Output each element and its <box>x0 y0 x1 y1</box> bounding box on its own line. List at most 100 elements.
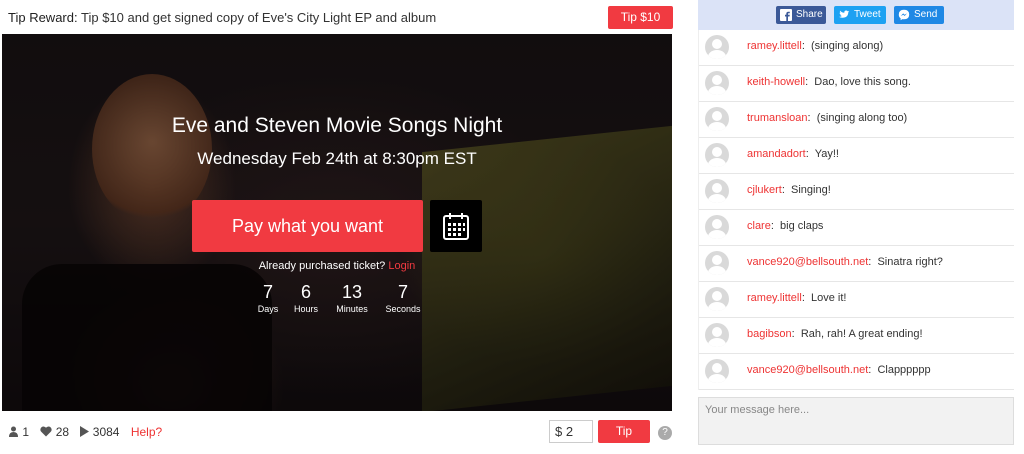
chat-messages[interactable]: ramey.littell: (singing along) keith-how… <box>698 30 1014 390</box>
chat-message-text: trumansloan: (singing along too) <box>747 112 908 124</box>
chat-username[interactable]: bagibson <box>747 328 792 340</box>
user-avatar-icon <box>705 287 729 311</box>
viewers-stat: 1 <box>8 425 36 439</box>
chat-message-text: amandadort: Yay!! <box>747 148 839 160</box>
chat-body: big claps <box>780 220 824 232</box>
add-to-calendar-button[interactable] <box>430 200 482 252</box>
login-link[interactable]: Login <box>388 260 415 272</box>
likes-stat: 28 <box>40 425 76 439</box>
countdown-minutes: 13 Minutes <box>329 281 375 315</box>
chat-message-text: clare: big claps <box>747 220 824 232</box>
heart-icon <box>40 426 52 437</box>
user-avatar-icon <box>705 215 729 239</box>
chat-message: bagibson: Rah, rah! A great ending! <box>699 318 1014 354</box>
chat-message: ramey.littell: (singing along) <box>699 30 1014 66</box>
chat-message: ramey.littell: Love it! <box>699 282 1014 318</box>
countdown-label: Hours <box>293 304 318 314</box>
user-avatar-icon <box>705 179 729 203</box>
calendar-icon <box>443 213 469 240</box>
chat-body: (singing along) <box>810 40 884 52</box>
user-avatar-icon <box>705 359 729 383</box>
tip-reward-description: Tip $10 and get signed copy of Eve's Cit… <box>81 10 437 25</box>
countdown-hours: 6 Hours <box>283 281 329 315</box>
user-avatar-icon <box>705 323 729 347</box>
chat-message: keith-howell: Dao, love this song. <box>699 66 1014 102</box>
tip-reward-text: Tip Reward: Tip $10 and get signed copy … <box>8 10 436 25</box>
chat-panel: Share Tweet Send ramey.littell: (singing… <box>698 0 1014 454</box>
plays-count: 3084 <box>92 425 120 439</box>
countdown-value: 13 <box>341 282 363 302</box>
user-avatar-icon <box>705 107 729 131</box>
chat-username[interactable]: cjlukert <box>747 184 782 196</box>
plays-stat: 3084 <box>80 425 126 439</box>
chat-message-text: vance920@bellsouth.net: Clapppppp <box>747 364 931 376</box>
user-avatar-icon <box>705 35 729 59</box>
messenger-send-label: Send <box>914 9 938 20</box>
chat-message: cjlukert: Singing! <box>699 174 1014 210</box>
help-link[interactable]: Help? <box>131 425 162 439</box>
likes-count: 28 <box>55 425 70 439</box>
messenger-icon <box>898 9 910 21</box>
chat-body: Sinatra right? <box>877 256 943 268</box>
chat-username[interactable]: trumansloan <box>747 112 808 124</box>
twitter-tweet-label: Tweet <box>854 9 881 20</box>
messenger-send-button[interactable]: Send <box>894 6 944 24</box>
chat-body: Yay!! <box>814 148 839 160</box>
event-title: Eve and Steven Movie Songs Night <box>171 114 503 137</box>
user-avatar-icon <box>705 71 729 95</box>
chat-username[interactable]: vance920@bellsouth.net <box>747 256 868 268</box>
tip-help-icon[interactable]: ? <box>658 426 672 440</box>
event-date: Wednesday Feb 24th at 8:30pm EST <box>197 149 477 168</box>
person-icon <box>9 426 18 437</box>
chat-message: amandadort: Yay!! <box>699 138 1014 174</box>
chat-message: vance920@bellsouth.net: Sinatra right? <box>699 246 1014 282</box>
chat-body: Love it! <box>810 292 847 304</box>
countdown-value: 6 <box>300 282 311 302</box>
chat-username[interactable]: ramey.littell <box>747 292 802 304</box>
tip-10-button[interactable]: Tip $10 <box>608 6 673 29</box>
pay-what-you-want-button[interactable]: Pay what you want <box>192 200 423 252</box>
play-icon <box>80 426 90 437</box>
countdown-timer: 7 Days 6 Hours 13 Minutes 7 Seconds <box>245 281 445 317</box>
chat-body: Dao, love this song. <box>814 76 911 88</box>
chat-body: Rah, rah! A great ending! <box>800 328 923 340</box>
chat-message-text: bagibson: Rah, rah! A great ending! <box>747 328 923 340</box>
tip-reward-label: Tip Reward: <box>8 10 78 25</box>
chat-message-text: ramey.littell: (singing along) <box>747 40 884 52</box>
chat-message-text: ramey.littell: Love it! <box>747 292 847 304</box>
tip-amount-input[interactable]: $ 2 <box>549 420 593 443</box>
facebook-share-button[interactable]: Share <box>776 6 826 24</box>
chat-body: Singing! <box>791 184 831 196</box>
chat-message: clare: big claps <box>699 210 1014 246</box>
facebook-icon <box>780 9 792 21</box>
event-stats: 1 28 3084 Help? <box>8 425 166 439</box>
countdown-label: Seconds <box>385 304 421 314</box>
twitter-icon <box>838 10 850 18</box>
tip-reward-bar: Tip Reward: Tip $10 and get signed copy … <box>0 0 688 34</box>
chat-username[interactable]: amandadort <box>747 148 806 160</box>
chat-message-input[interactable]: Your message here... <box>698 397 1014 445</box>
event-panel: Tip Reward: Tip $10 and get signed copy … <box>0 0 688 454</box>
twitter-tweet-button[interactable]: Tweet <box>834 6 886 24</box>
countdown-value: 7 <box>397 282 408 302</box>
tip-button[interactable]: Tip <box>598 420 650 443</box>
purchased-text: Already purchased ticket? <box>258 260 386 272</box>
chat-username[interactable]: clare <box>747 220 771 232</box>
chat-body: (singing along too) <box>816 112 908 124</box>
chat-username[interactable]: ramey.littell <box>747 40 802 52</box>
page: Tip Reward: Tip $10 and get signed copy … <box>0 0 1024 454</box>
chat-message-text: cjlukert: Singing! <box>747 184 831 196</box>
video-player[interactable]: Eve and Steven Movie Songs Night Wednesd… <box>2 34 672 411</box>
user-avatar-icon <box>705 143 729 167</box>
chat-message-text: keith-howell: Dao, love this song. <box>747 76 911 88</box>
share-bar: Share Tweet Send <box>698 0 1014 30</box>
chat-username[interactable]: keith-howell <box>747 76 805 88</box>
countdown-seconds: 7 Seconds <box>380 281 426 315</box>
purchased-prompt: Already purchased ticket? Login <box>2 260 672 272</box>
countdown-label: Minutes <box>336 304 368 314</box>
chat-username[interactable]: vance920@bellsouth.net <box>747 364 868 376</box>
facebook-share-label: Share <box>796 9 823 20</box>
chat-message-text: vance920@bellsouth.net: Sinatra right? <box>747 256 943 268</box>
chat-body: Clapppppp <box>877 364 931 376</box>
chat-message: trumansloan: (singing along too) <box>699 102 1014 138</box>
